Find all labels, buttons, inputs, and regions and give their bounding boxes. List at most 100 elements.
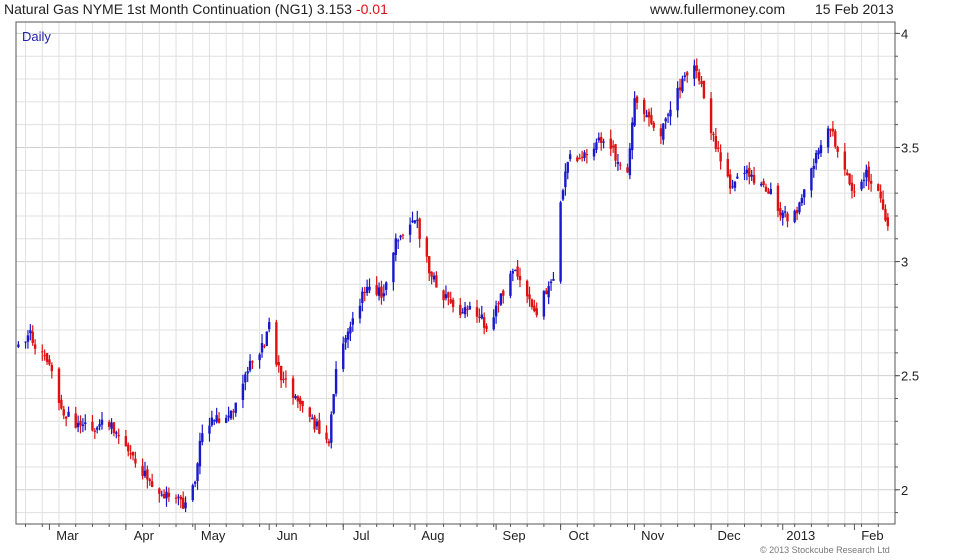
ohlc-bar	[564, 163, 567, 196]
ohlc-bar	[642, 97, 646, 122]
bar-body	[435, 275, 438, 288]
ohlc-bar	[736, 173, 739, 180]
ohlc-bar	[193, 480, 197, 488]
ohlc-bar	[669, 101, 672, 126]
ohlc-bar	[647, 108, 651, 127]
bar-body	[349, 326, 352, 334]
ohlc-bar	[611, 140, 615, 153]
bar-body	[399, 235, 402, 238]
x-tick-label: Sep	[503, 528, 526, 543]
ohlc-bar	[141, 458, 144, 480]
bar-body	[884, 209, 887, 221]
ohlc-bar	[516, 259, 519, 280]
ohlc-bar	[215, 407, 218, 424]
bar-body	[681, 78, 684, 92]
bar-body	[726, 159, 729, 177]
ohlc-bar	[428, 255, 431, 281]
bar-body	[267, 322, 271, 330]
bar-body	[158, 488, 161, 494]
bar-body	[533, 305, 536, 312]
bar-body	[296, 396, 300, 402]
x-tick-label: Aug	[421, 528, 444, 543]
ohlc-bar	[396, 238, 400, 249]
ohlc-bar	[561, 188, 565, 202]
bar-body	[829, 129, 832, 131]
ohlc-bar	[196, 462, 199, 490]
ohlc-bar	[884, 204, 887, 222]
bar-body	[865, 169, 868, 178]
ohlc-bar	[631, 117, 634, 160]
bar-body	[160, 494, 163, 496]
ohlc-bar	[831, 121, 835, 137]
ohlc-bar	[793, 209, 796, 224]
bar-body	[43, 355, 46, 357]
ohlc-bar	[659, 123, 663, 145]
ohlc-bar	[461, 308, 464, 314]
ohlc-bar	[313, 414, 316, 433]
bar-body	[810, 168, 813, 191]
ohlc-bar	[616, 153, 620, 171]
bar-body	[853, 191, 856, 193]
ohlc-bar	[635, 95, 639, 110]
bar-body	[616, 162, 620, 164]
bar-body	[585, 154, 589, 156]
ohlc-bar	[210, 410, 214, 427]
ohlc-bar	[358, 298, 362, 324]
ohlc-bar	[829, 128, 832, 138]
bar-body	[344, 337, 347, 343]
bar-body	[334, 369, 338, 394]
bar-body	[459, 304, 462, 315]
bar-body	[702, 80, 706, 99]
bar-body	[141, 465, 144, 476]
ohlc-bar	[62, 405, 65, 420]
ohlc-bar	[652, 120, 655, 132]
ohlc-bar	[745, 165, 749, 181]
ohlc-bar	[308, 406, 311, 423]
ohlc-bar	[566, 161, 569, 180]
ohlc-bar	[325, 425, 328, 444]
ohlc-bar	[459, 297, 462, 319]
bar-body	[244, 374, 247, 383]
ohlc-bar	[860, 179, 863, 192]
bar-body	[227, 415, 230, 418]
bar-body	[315, 421, 319, 427]
x-tick-label: Feb	[861, 528, 883, 543]
bar-body	[413, 220, 417, 223]
bar-body	[614, 144, 617, 161]
ohlc-bar	[368, 278, 371, 294]
bar-body	[728, 174, 732, 189]
bar-body	[642, 99, 646, 115]
bar-body	[115, 432, 118, 434]
ohlc-bar	[227, 406, 230, 422]
bar-body	[826, 128, 830, 148]
bar-body	[363, 292, 366, 294]
ohlc-bar	[217, 412, 221, 424]
bar-body	[509, 273, 512, 296]
ohlc-bar	[385, 281, 388, 296]
ohlc-bar	[697, 68, 701, 85]
ohlc-bar	[786, 211, 789, 228]
bar-body	[549, 281, 553, 284]
bar-body	[514, 269, 517, 271]
bar-body	[650, 115, 653, 124]
ohlc-bar	[650, 107, 653, 125]
y-tick-label: 2.5	[901, 369, 919, 384]
ohlc-bar	[346, 327, 350, 349]
bar-body	[411, 220, 414, 223]
bar-body	[786, 213, 789, 222]
ohlc-bar	[224, 414, 228, 424]
bar-body	[683, 75, 687, 77]
bar-body	[91, 421, 94, 431]
ohlc-bar	[494, 300, 498, 324]
bar-body	[251, 361, 254, 363]
ohlc-bar	[191, 483, 194, 502]
x-tick-label: May	[201, 528, 226, 543]
bar-body	[330, 414, 333, 443]
y-tick-label: 4	[901, 26, 908, 41]
bar-body	[41, 351, 44, 353]
ohlc-bar	[110, 418, 113, 435]
ohlc-bar	[728, 169, 732, 194]
bar-body	[719, 152, 722, 162]
ohlc-bar	[213, 419, 216, 425]
ohlc-bar	[93, 428, 97, 439]
